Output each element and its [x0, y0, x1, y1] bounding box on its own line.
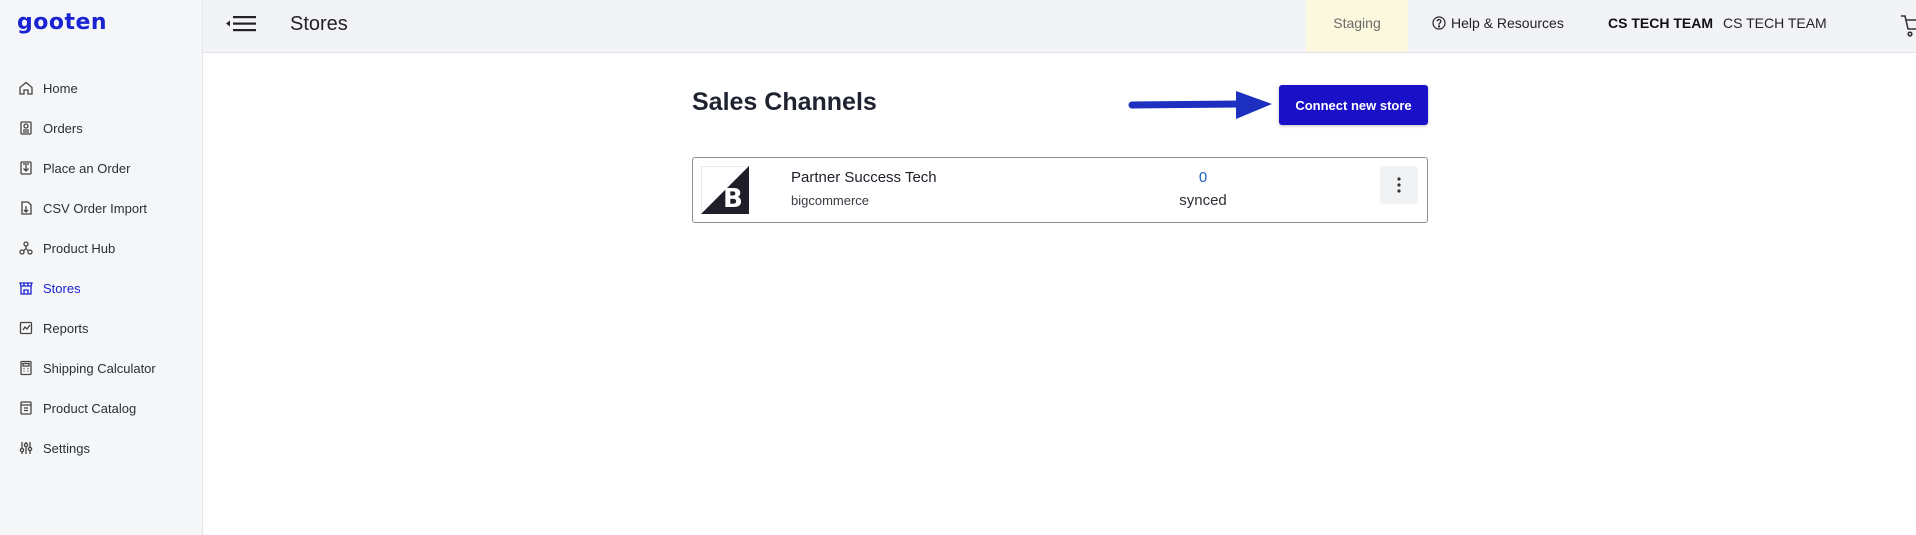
sidebar-item-stores[interactable]: Stores	[0, 268, 203, 308]
catalog-icon	[18, 400, 34, 416]
store-card[interactable]: B Partner Success Tech bigcommerce 0 syn…	[692, 157, 1428, 223]
team-name-bold: CS TECH TEAM	[1608, 15, 1713, 31]
sidebar-item-product-catalog[interactable]: Product Catalog	[0, 388, 203, 428]
sidebar-item-place-an-order[interactable]: Place an Order	[0, 148, 203, 188]
store-name: Partner Success Tech	[791, 169, 937, 186]
sidebar-item-label: Product Hub	[43, 240, 116, 256]
stores-icon	[18, 280, 34, 296]
calculator-icon	[18, 360, 34, 376]
store-platform: bigcommerce	[791, 193, 870, 208]
settings-sliders-icon	[18, 440, 34, 456]
reports-icon	[18, 320, 34, 336]
svg-text:B: B	[723, 184, 743, 214]
sidebar-item-label: Orders	[43, 120, 83, 136]
product-hub-icon	[18, 240, 34, 256]
sidebar-nav: Home Orders Place an Order CSV Order Imp…	[0, 68, 203, 468]
gooten-logo[interactable]: gooten	[17, 10, 107, 35]
synced-label: synced	[1179, 192, 1227, 209]
synced-count[interactable]: 0	[1173, 169, 1233, 186]
sidebar-item-label: Shipping Calculator	[43, 360, 156, 376]
collapse-menu-icon[interactable]	[225, 12, 259, 36]
environment-badge: Staging	[1306, 0, 1408, 52]
help-resources-label: Help & Resources	[1451, 15, 1564, 31]
more-options-icon[interactable]	[1380, 166, 1418, 204]
bigcommerce-logo: B	[700, 165, 750, 215]
sidebar-item-label: Settings	[43, 440, 90, 456]
sidebar-item-home[interactable]: Home	[0, 68, 203, 108]
app-root: gooten Home Orders Place an Order CSV Or…	[0, 0, 1916, 535]
sidebar-item-label: Home	[43, 80, 78, 96]
connect-new-store-button[interactable]: Connect new store	[1279, 85, 1428, 125]
question-circle-icon	[1432, 16, 1446, 30]
cart-icon[interactable]	[1900, 13, 1916, 39]
section-title: Sales Channels	[692, 88, 877, 116]
sidebar-item-label: CSV Order Import	[43, 200, 148, 216]
home-icon	[18, 80, 34, 96]
team-switcher[interactable]: CS TECH TEAM	[1723, 15, 1827, 31]
sidebar-item-settings[interactable]: Settings	[0, 428, 203, 468]
sidebar-item-label: Reports	[43, 320, 89, 336]
csv-import-icon	[18, 200, 34, 216]
sidebar-item-label: Stores	[43, 280, 81, 296]
page-title: Stores	[290, 13, 348, 35]
sidebar-item-csv-order-import[interactable]: CSV Order Import	[0, 188, 203, 228]
sidebar-item-product-hub[interactable]: Product Hub	[0, 228, 203, 268]
arrow-annotation-icon	[1128, 91, 1272, 119]
top-bar: Stores Staging Help & Resources CS TECH …	[203, 0, 1916, 53]
help-resources-link[interactable]: Help & Resources	[1432, 15, 1564, 31]
sidebar-item-shipping-calculator[interactable]: Shipping Calculator	[0, 348, 203, 388]
sidebar-item-label: Product Catalog	[43, 400, 137, 416]
sidebar-item-orders[interactable]: Orders	[0, 108, 203, 148]
sidebar: gooten Home Orders Place an Order CSV Or…	[0, 0, 203, 535]
sidebar-item-reports[interactable]: Reports	[0, 308, 203, 348]
place-order-icon	[18, 160, 34, 176]
orders-icon	[18, 120, 34, 136]
sidebar-item-label: Place an Order	[43, 160, 131, 176]
